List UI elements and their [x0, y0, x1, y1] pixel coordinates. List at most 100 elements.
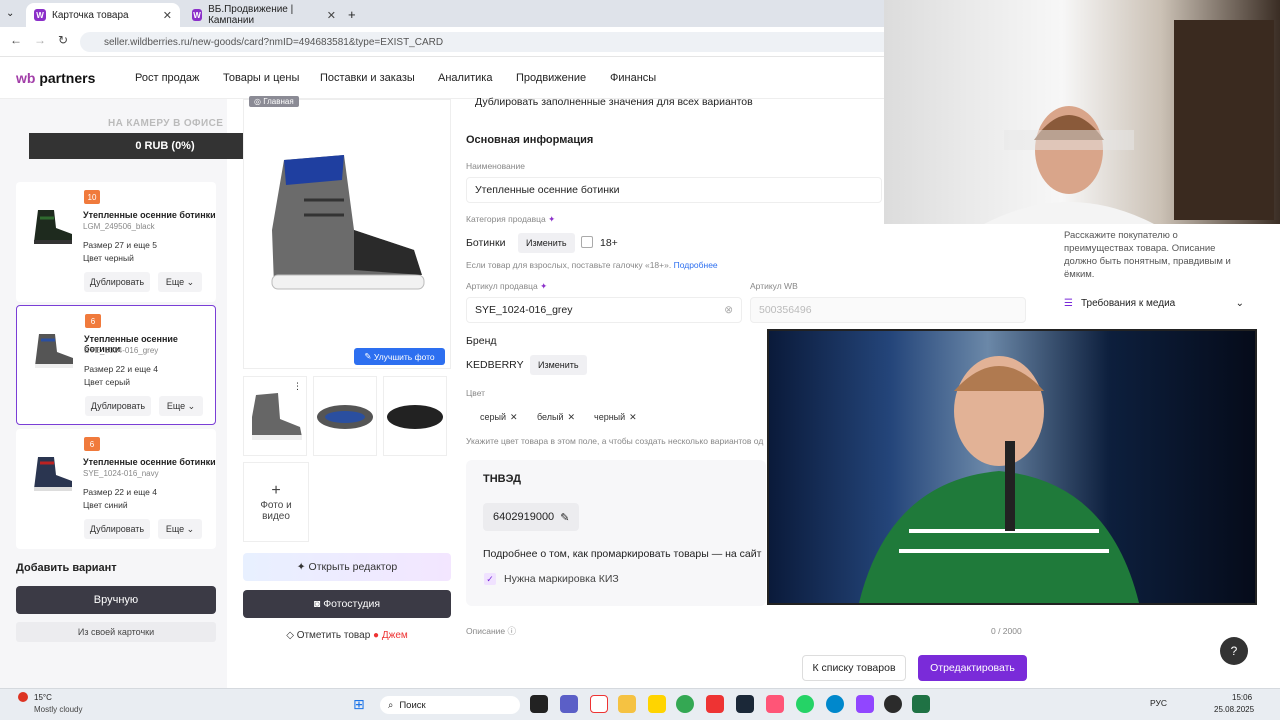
category-label: Категория продавца ✦ [466, 214, 555, 225]
search-icon: ⌕ [388, 699, 394, 711]
tag-icon: ◇ [286, 630, 294, 641]
from-card-button[interactable]: Из своей карточки [16, 622, 216, 642]
back-icon[interactable]: ← [10, 33, 22, 47]
remove-icon[interactable]: ✕ [510, 412, 518, 423]
nav-finance[interactable]: Финансы [610, 72, 656, 84]
adult-checkbox[interactable] [581, 236, 593, 248]
more-label: Еще [166, 401, 186, 411]
main-photo-tag: ◎ Главная [249, 96, 299, 107]
category-value: Ботинки [466, 237, 506, 249]
variant-size: Размер 27 и еще 5 [83, 240, 157, 250]
tab-list-icon[interactable]: ⌄ [6, 8, 14, 19]
wb-sku-label: Артикул WB [750, 281, 798, 291]
remove-icon[interactable]: ✕ [568, 412, 576, 423]
logo-partners: partners [39, 70, 96, 86]
nav-promotion[interactable]: Продвижение [516, 72, 586, 84]
file-explorer-icon[interactable] [618, 695, 636, 713]
remove-icon[interactable]: ✕ [629, 412, 637, 423]
clock-time[interactable]: 15:06 [1232, 693, 1252, 702]
improve-photo-button[interactable]: ✎ Улучшить фото [354, 348, 445, 365]
color-hint: Укажите цвет товара в этом поле, а чтобы… [466, 436, 764, 446]
variant-card[interactable]: 10 Утепленные осенние ботинки LGM_249506… [16, 182, 216, 302]
more-link[interactable]: Подробнее [674, 260, 718, 270]
more-button[interactable]: Еще ⌄ [158, 272, 202, 292]
tnved-code[interactable]: 6402919000 ✎ [483, 503, 580, 531]
close-icon[interactable]: ✕ [327, 9, 336, 22]
change-category-button[interactable]: Изменить [518, 233, 575, 253]
windows-start-icon[interactable]: ⊞ [353, 696, 365, 713]
tab-product-card[interactable]: W Карточка товара ✕ [26, 3, 180, 27]
teams-icon[interactable] [560, 695, 578, 713]
duplicate-button[interactable]: Дублировать [84, 519, 150, 539]
yandex-browser-icon[interactable] [590, 695, 608, 713]
whatsapp-icon[interactable] [796, 695, 814, 713]
seller-sku-field[interactable]: SYE_1024-016_grey ⊗ [466, 297, 742, 323]
excel-icon[interactable] [912, 695, 930, 713]
telegram-icon[interactable] [826, 695, 844, 713]
variant-card-selected[interactable]: 6 Утепленные осенние ботинки SYE_1024-01… [16, 305, 216, 425]
language-indicator[interactable]: РУС [1150, 698, 1167, 708]
app-icon[interactable] [884, 695, 902, 713]
duplicate-button[interactable]: Дублировать [84, 272, 150, 292]
variant-badge: 6 [85, 314, 101, 328]
new-tab-icon[interactable]: + [348, 7, 356, 22]
clear-icon[interactable]: ⊗ [724, 304, 733, 316]
tab-promotion[interactable]: W ВБ.Продвижение | Кампании ✕ [184, 3, 344, 27]
list-icon: ☰ [1064, 297, 1073, 309]
more-button[interactable]: Еще ⌄ [158, 519, 202, 539]
info-icon[interactable]: ⓘ [507, 626, 516, 636]
change-brand-button[interactable]: Изменить [530, 355, 587, 375]
nav-growth[interactable]: Рост продаж [135, 72, 199, 84]
taskbar-search[interactable]: ⌕ Поиск [380, 696, 520, 714]
photo-thumb-2[interactable] [313, 376, 377, 456]
wb-partners-logo[interactable]: wb partners [16, 70, 95, 86]
steam-icon[interactable] [736, 695, 754, 713]
chrome-icon[interactable] [676, 695, 694, 713]
kebab-menu-icon[interactable]: ⋮ [293, 381, 302, 392]
name-field[interactable]: Утепленные осенние ботинки [466, 177, 882, 203]
forward-icon[interactable]: → [34, 33, 46, 47]
variant-badge: 6 [84, 437, 100, 451]
photostudio-button[interactable]: ◙ Фотостудия [243, 590, 451, 618]
variant-card[interactable]: 6 Утепленные осенние ботинки SYE_1024-01… [16, 429, 216, 549]
main-photo[interactable] [243, 99, 451, 369]
task-view-icon[interactable] [530, 695, 548, 713]
nav-supplies[interactable]: Поставки и заказы [320, 72, 415, 84]
variant-color: Цвет синий [83, 500, 128, 510]
duplicate-button[interactable]: Дублировать [85, 396, 151, 416]
mark-goods-button[interactable]: ◇ Отметить товар ● Джем [243, 630, 451, 644]
nav-analytics[interactable]: Аналитика [438, 72, 492, 84]
miro-icon[interactable] [648, 695, 666, 713]
weather-temp[interactable]: 15°C [34, 693, 52, 702]
kiz-checkbox[interactable]: ✓ [484, 573, 496, 585]
yandex-icon[interactable] [706, 695, 724, 713]
color-chip[interactable]: белый ✕ [537, 410, 575, 424]
color-chip[interactable]: черный ✕ [594, 410, 637, 424]
wb-sku-value: 500356496 [759, 304, 812, 316]
add-photo-button[interactable]: + Фото и видео [243, 462, 309, 542]
duplicate-all-option[interactable]: Дублировать заполненные значения для все… [475, 96, 753, 108]
app-icon[interactable] [766, 695, 784, 713]
mark-goods-label: Отметить товар [296, 630, 371, 641]
manual-button[interactable]: Вручную [16, 586, 216, 614]
pencil-icon[interactable]: ✎ [560, 511, 569, 524]
improve-label: Улучшить фото [373, 351, 435, 362]
description-hint: Расскажите покупателю о преимуществах то… [1054, 223, 1254, 283]
reload-icon[interactable]: ↻ [58, 33, 68, 47]
main-icon: ◎ [254, 97, 261, 106]
open-editor-button[interactable]: ✦ Открыть редактор [243, 553, 451, 581]
plus-icon: + [271, 482, 281, 499]
media-requirements[interactable]: ☰ Требования к медиа ⌄ [1054, 291, 1254, 315]
app-icon[interactable] [856, 695, 874, 713]
more-button[interactable]: Еще ⌄ [159, 396, 203, 416]
variant-sku: SYE_1024-016_navy [83, 469, 159, 478]
photo-thumb-1[interactable]: ⋮ [243, 376, 307, 456]
color-chip[interactable]: серый ✕ [480, 410, 518, 424]
help-button[interactable]: ? [1220, 637, 1248, 665]
edit-button[interactable]: Отредактировать [918, 655, 1027, 681]
photo-thumb-3[interactable] [383, 376, 447, 456]
tab-label: Карточка товара [52, 9, 129, 21]
nav-goods[interactable]: Товары и цены [223, 72, 299, 84]
close-icon[interactable]: ✕ [163, 9, 172, 22]
back-to-list-button[interactable]: К списку товаров [802, 655, 906, 681]
